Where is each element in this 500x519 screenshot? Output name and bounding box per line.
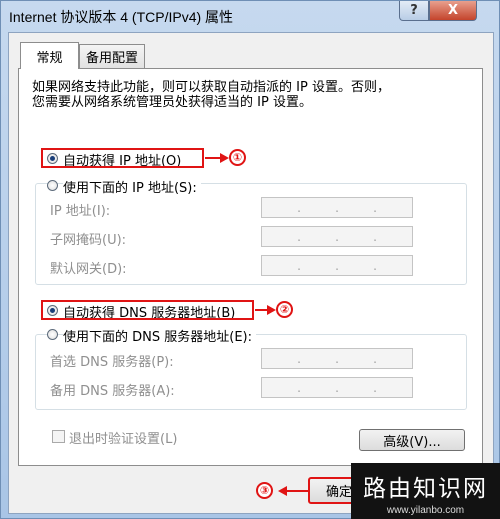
description-text: 如果网络支持此功能，则可以获取自动指派的 IP 设置。否则， 您需要从网络系统管…	[32, 80, 390, 110]
ip-address-label: IP 地址(I):	[50, 204, 111, 219]
step3-badge: ③	[256, 482, 273, 499]
step2-badge: ②	[276, 301, 293, 318]
manual-ip-radio[interactable]	[47, 180, 58, 191]
subnet-mask-field[interactable]: ...	[261, 226, 413, 247]
window-title: Internet 协议版本 4 (TCP/IPv4) 属性	[9, 9, 234, 25]
alternate-dns-label: 备用 DNS 服务器(A):	[50, 384, 175, 399]
highlight-box-auto-ip	[41, 148, 204, 168]
validate-on-exit-checkbox[interactable]	[52, 430, 65, 443]
watermark-logo: 路由知识网 www.yilanbo.com	[351, 463, 500, 519]
close-icon: X	[447, 3, 459, 18]
watermark-url: www.yilanbo.com	[386, 505, 465, 516]
close-button[interactable]: X	[429, 1, 477, 21]
preferred-dns-label: 首选 DNS 服务器(P):	[50, 355, 174, 370]
description-line-2: 您需要从网络系统管理员处获得适当的 IP 设置。	[32, 95, 312, 110]
step1-badge: ①	[229, 149, 246, 166]
watermark-title: 路由知识网	[363, 476, 488, 502]
advanced-button[interactable]: 高级(V)...	[359, 429, 465, 451]
description-line-1: 如果网络支持此功能，则可以获取自动指派的 IP 设置。否则，	[32, 80, 390, 95]
manual-dns-label[interactable]: 使用下面的 DNS 服务器地址(E):	[63, 326, 256, 345]
alternate-dns-field[interactable]: ...	[261, 377, 413, 398]
tab-alternate-config[interactable]: 备用配置	[79, 44, 145, 68]
manual-ip-label[interactable]: 使用下面的 IP 地址(S):	[63, 177, 201, 196]
preferred-dns-field[interactable]: ...	[261, 348, 413, 369]
step1-arrow	[205, 153, 229, 163]
tab-general[interactable]: 常规	[20, 42, 79, 69]
default-gateway-field[interactable]: ...	[261, 255, 413, 276]
manual-dns-radio[interactable]	[47, 329, 58, 340]
step2-arrow	[255, 305, 276, 315]
ip-address-field[interactable]: ...	[261, 197, 413, 218]
validate-on-exit-label[interactable]: 退出时验证设置(L)	[69, 428, 177, 447]
default-gateway-label: 默认网关(D):	[50, 262, 127, 277]
subnet-mask-label: 子网掩码(U):	[50, 233, 127, 248]
highlight-box-auto-dns	[41, 300, 254, 320]
help-button[interactable]: ?	[399, 1, 429, 21]
step3-arrow	[278, 486, 308, 496]
